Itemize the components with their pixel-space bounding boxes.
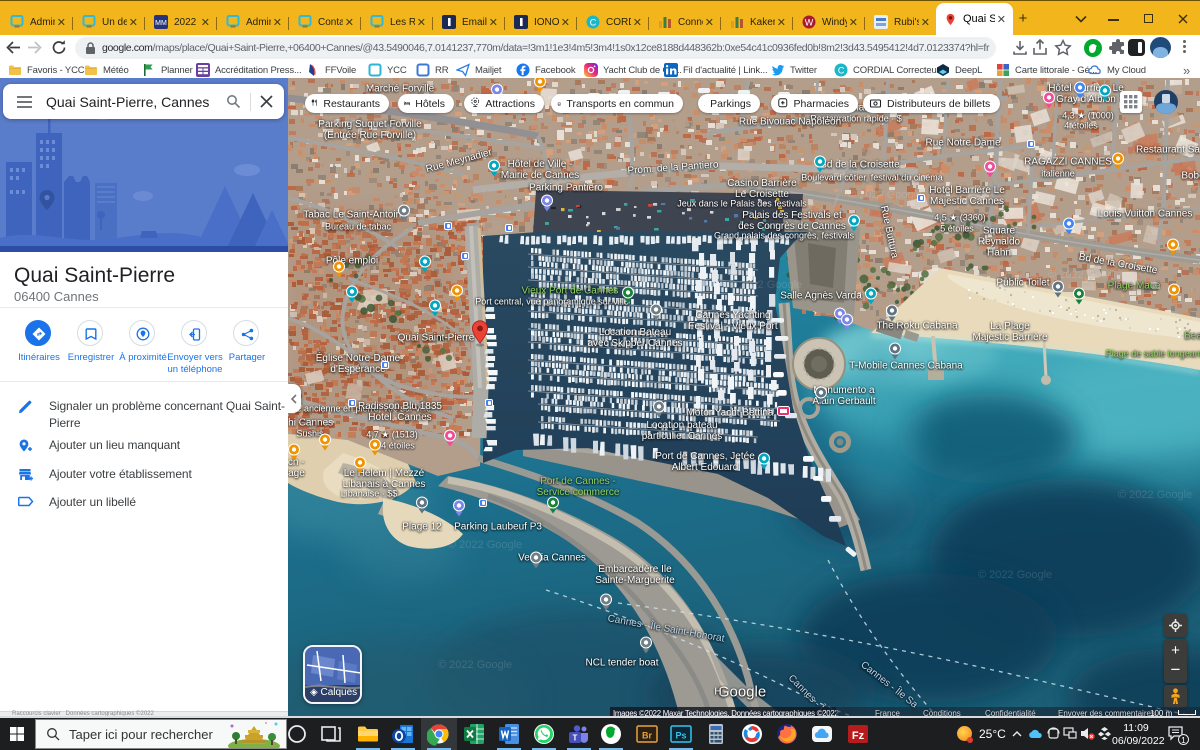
svg-text:T: T — [573, 734, 578, 743]
svg-text:C: C — [590, 18, 597, 28]
svg-text:Ps: Ps — [675, 731, 686, 741]
svg-text:© 2022 Google: © 2022 Google — [848, 189, 922, 201]
svg-text:© 2022 Google: © 2022 Google — [728, 279, 802, 291]
svg-text:Fz: Fz — [852, 730, 865, 742]
svg-text:© 2022 Google: © 2022 Google — [438, 659, 512, 671]
svg-text:P: P — [704, 105, 705, 106]
svg-text:W: W — [805, 18, 814, 28]
svg-text:C: C — [838, 66, 845, 76]
svg-text:© 2022 Google: © 2022 Google — [448, 539, 522, 551]
svg-text:Br: Br — [642, 731, 652, 741]
svg-text:© 2022 Google: © 2022 Google — [978, 569, 1052, 581]
svg-text:© 2022 Google: © 2022 Google — [1118, 489, 1192, 501]
svg-text:MM: MM — [155, 20, 167, 27]
